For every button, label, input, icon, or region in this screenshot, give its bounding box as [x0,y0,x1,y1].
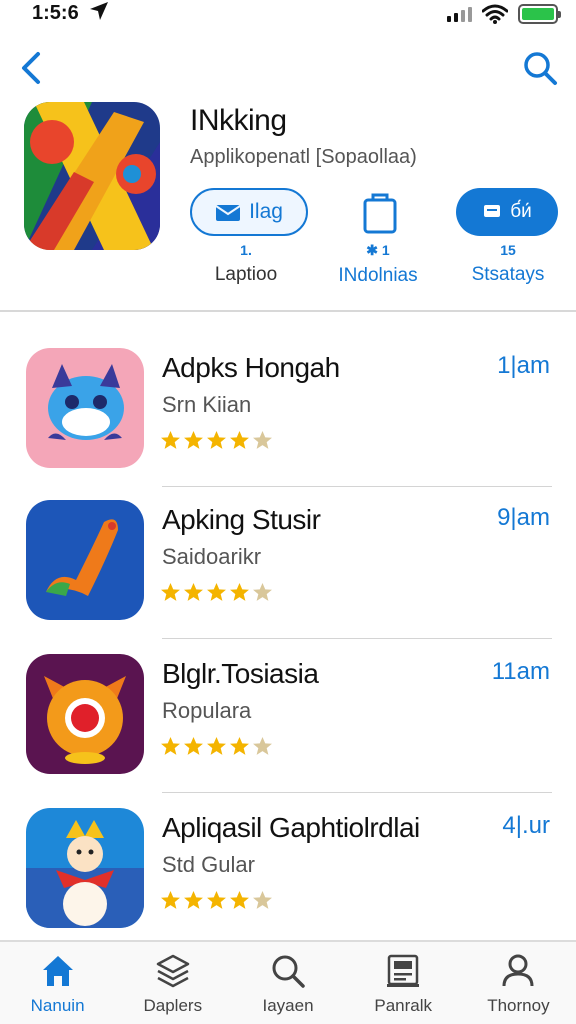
list-item-title: Apliqasil Gaphtiolrdlai [162,812,420,843]
star-rating [160,736,273,757]
tab-document[interactable]: Panralk [346,942,461,1024]
app-title: INkking [190,104,287,137]
star-icon [184,737,203,755]
list-item[interactable]: Blglr.Tosiasia Ropulara 11am [0,654,576,804]
person-icon [502,954,534,987]
list-item-subtitle: Saidoarikr [162,544,262,569]
row-divider [162,638,552,639]
list-item-time: 4|.ur [502,812,550,839]
star-icon [161,431,180,449]
star-icon [230,583,249,601]
section-divider [0,310,576,312]
tab-home[interactable]: Nanuin [0,942,115,1024]
star-icon [184,583,203,601]
list-item-time: 9|am [497,504,550,531]
star-icon [230,737,249,755]
list-item[interactable]: Apking Stusir Saidoarikr 9|am [0,500,576,650]
star-icon [230,431,249,449]
app-icon[interactable] [24,102,160,250]
document-icon [387,954,420,987]
star-icon [184,431,203,449]
star-rating [160,582,273,603]
layers-icon [156,954,190,988]
star-rating [160,890,273,911]
star-icon [207,891,226,909]
row-divider [162,486,552,487]
star-icon [161,737,180,755]
search-icon [272,955,305,988]
app-icon [26,500,144,620]
stat-category-label: INdolnias [338,265,418,286]
list-item-subtitle: Srn Kiian [162,392,252,417]
chevron-left-icon[interactable] [12,48,52,88]
star-icon [184,891,203,909]
list-item-title: Apking Stusir [162,504,321,535]
list-item-subtitle: Std Gular [162,852,255,877]
battery-fill [522,8,554,20]
get-button[interactable]: б́и́ [456,188,558,236]
stat-category[interactable]: ✱ 1 INdolnias [326,242,430,287]
app-icon [26,808,144,928]
tab-layers[interactable]: Daplers [115,942,230,1024]
half-star-icon [253,891,272,909]
mail-pill-button[interactable]: Ilag [190,188,308,236]
get-button-label: б́и́ [510,201,532,222]
app-icon [26,348,144,468]
shopping-bag-icon[interactable] [360,190,400,234]
star-icon [161,583,180,601]
search-icon[interactable] [520,48,560,88]
row-divider [162,792,552,793]
star-icon [230,891,249,909]
signal-icon [447,6,472,22]
star-icon [161,891,180,909]
list-item[interactable]: Adpks Hongah Srn Kiian 1|am [0,348,576,498]
list-item[interactable]: Apliqasil Gaphtiolrdlai Std Gular 4|.ur [0,808,576,958]
half-star-icon [253,583,272,601]
list-item-time: 11am [491,658,550,685]
location-arrow-icon [90,2,108,20]
stat-rating-number: 1. [240,242,252,258]
message-icon [484,205,501,217]
tab-profile[interactable]: Thornoy [461,942,576,1024]
status-bar: 1:5:6 [0,0,576,30]
star-icon [207,583,226,601]
mail-icon [215,205,241,221]
list-item-title: Adpks Hongah [162,352,340,383]
stat-category-number: ✱ 1 [366,242,390,258]
tab-search[interactable]: Iayaen [230,942,345,1024]
star-rating [160,430,273,451]
app-subtitle: Applikopenatl [Sopaollaa) [190,146,417,168]
status-indicators [447,4,561,24]
status-time: 1:5:6 [32,2,79,24]
app-icon [26,654,144,774]
tab-label: Iayaen [262,996,314,1015]
stat-age-number: 15 [500,242,516,258]
list-item-time: 1|am [497,352,550,379]
tab-label: Nanuin [30,996,85,1015]
star-icon [207,737,226,755]
half-star-icon [253,431,272,449]
tab-bar: Nanuin Daplers Iayaen Panralk Thornoy [0,940,576,1024]
stat-age-label: Stsatays [471,264,545,285]
wifi-icon [482,4,508,24]
home-icon [42,956,73,986]
stat-rating: 1. Laptioo [196,242,296,286]
list-item-subtitle: Ropulara [162,698,252,723]
mail-pill-label: Ilag [249,200,283,223]
list-item-title: Blglr.Tosiasia [162,658,319,689]
tab-label: Daplers [143,996,203,1015]
star-icon [207,431,226,449]
battery-icon [518,4,561,24]
tab-label: Panralk [374,996,433,1015]
stat-age[interactable]: 15 Stsatays [456,242,560,286]
half-star-icon [253,737,272,755]
stat-rating-label: Laptioo [214,264,278,285]
tab-label: Thornoy [487,996,550,1015]
